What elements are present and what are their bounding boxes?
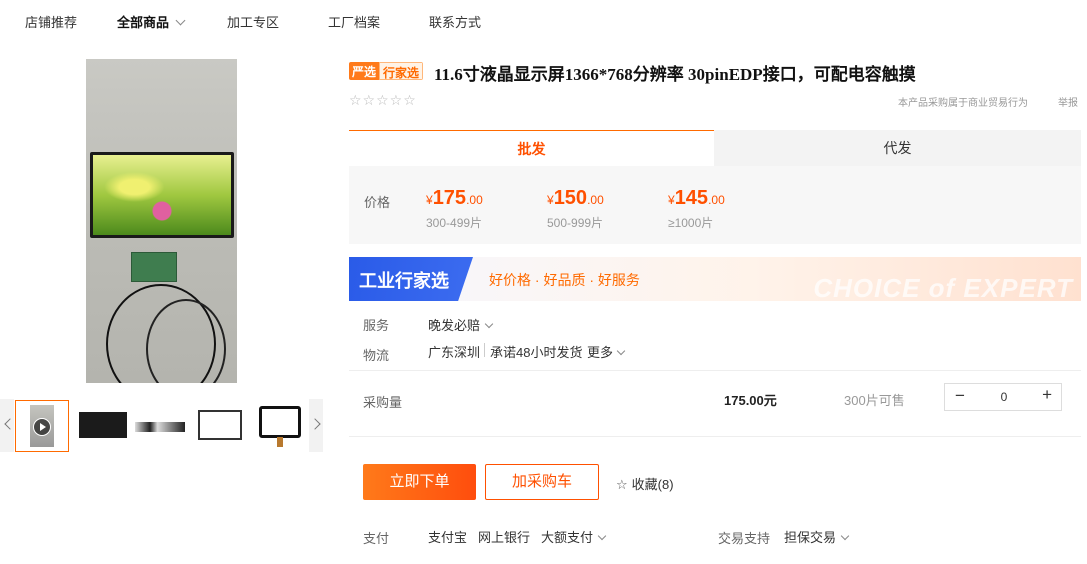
price-range: 300-499片 [426,216,483,230]
thumbnail-4[interactable] [193,400,247,452]
nav-processing[interactable]: 加工专区 [227,12,279,31]
buy-now-button[interactable]: 立即下单 [363,464,476,500]
add-to-cart-button[interactable]: 加采购车 [485,464,599,500]
divider [484,343,485,357]
service-label: 服务 [363,318,390,333]
chevron-down-icon [616,346,626,356]
price-panel: 价格 ¥175.00 300-499片 ¥150.00 500-999片 ¥14… [349,166,1081,244]
chevron-down-icon [840,531,850,541]
nav-all-products-label: 全部商品 [117,15,170,30]
price-whole: 145 [674,187,709,209]
favorite-label: 收藏(8) [631,477,674,492]
quantity-input[interactable] [990,390,1018,404]
price-whole: 150 [553,187,588,209]
divider [349,436,1081,437]
report-link[interactable]: 举报 [1058,94,1078,109]
product-title: 11.6寸液晶显示屏1366*768分辨率 30pinEDP接口，可配电容触摸 [434,65,916,84]
price-whole: 175 [432,187,467,209]
trade-support-dropdown[interactable]: 担保交易 [784,527,850,546]
price-decimal: .00 [587,193,604,207]
price-tier-2: ¥150.00 500-999片 [547,187,604,231]
price-decimal: .00 [466,193,483,207]
badge-secondary: 行家选 [379,62,424,80]
banner-title-block: 工业行家选 [349,257,473,301]
nav-factory-profile[interactable]: 工厂档案 [328,12,380,31]
chevron-down-icon [175,15,186,26]
payment-method-large: 大额支付 [541,530,594,545]
trade-policy-note: 本产品采购属于商业贸易行为 [898,98,1028,109]
banner-english: CHOICE of EXPERT [813,273,1073,301]
thumbnail-5[interactable] [253,400,307,452]
cable-photo-2 [146,299,226,383]
currency-symbol: ¥ [547,193,554,207]
increment-button[interactable]: + [1042,385,1052,405]
thumbnail-3[interactable] [133,400,187,452]
thumb-prev-button[interactable] [0,399,16,452]
logistics-label: 物流 [363,348,390,363]
logistics-more-label: 更多 [587,345,614,360]
chevron-down-icon [597,531,607,541]
quantity-stepper: − + [944,383,1062,411]
play-icon [33,418,51,436]
favorite-button[interactable]: ☆ 收藏(8) [616,474,674,493]
stock-available: 300片可售 [844,393,905,408]
lcd-screen-photo [90,152,234,238]
purchase-label: 采购量 [363,395,403,410]
banner-title: 工业行家选 [359,271,449,291]
product-main-image[interactable] [86,59,237,383]
price-range: 500-999片 [547,216,604,230]
expert-choice-banner: 工业行家选 好价格 · 好品质 · 好服务 CHOICE of EXPERT [349,257,1081,301]
rating-stars: ☆☆☆☆☆ [349,92,417,108]
service-value: 晚发必赔 [428,318,481,333]
currency-symbol: ¥ [668,193,675,207]
thumbnail-2[interactable] [76,400,130,452]
nav-shop-recommend[interactable]: 店铺推荐 [25,12,77,31]
chevron-left-icon [4,418,16,430]
badge-primary: 严选 [349,62,380,80]
chevron-down-icon [484,319,494,329]
tab-wholesale[interactable]: 批发 [349,130,714,166]
payment-label: 支付 [363,531,390,546]
divider [349,370,1081,371]
fpc-tail [277,437,283,447]
currency-symbol: ¥ [426,193,433,207]
trade-support-label: 交易支持 [718,531,771,546]
controller-board-photo [131,252,177,282]
price-tier-1: ¥175.00 300-499片 [426,187,483,231]
trade-support-value: 担保交易 [784,530,837,545]
thumbnail-1[interactable] [15,400,69,452]
price-decimal: .00 [708,193,725,207]
price-label: 价格 [364,195,391,210]
service-dropdown[interactable]: 晚发必赔 [428,315,494,334]
payment-method-netbank: 网上银行 [478,530,531,545]
decrement-button[interactable]: − [955,386,965,406]
logistics-more-dropdown[interactable]: 更多 [587,342,626,361]
star-icon: ☆ [616,477,628,492]
price-range: ≥1000片 [668,216,714,230]
chevron-right-icon [309,418,321,430]
payment-large-dropdown[interactable]: 大额支付 [541,527,607,546]
logistics-promise: 承诺48小时发货 [490,345,583,360]
banner-tags: 好价格 · 好品质 · 好服务 [489,272,640,288]
sale-mode-tabs: 批发 代发 [349,130,1081,166]
purchase-total: 175.00元 [724,393,777,408]
nav-contact[interactable]: 联系方式 [429,12,481,31]
selection-badge: 严选 行家选 [349,62,424,80]
payment-method-alipay: 支付宝 [428,530,468,545]
tab-dropship[interactable]: 代发 [714,130,1081,166]
thumb-next-button[interactable] [309,399,323,452]
logistics-origin: 广东深圳 [428,345,481,360]
price-tier-3: ¥145.00 ≥1000片 [668,187,725,231]
nav-all-products[interactable]: 全部商品 [117,12,186,31]
store-nav: 店铺推荐 全部商品 加工专区 工厂档案 联系方式 [0,0,1087,42]
